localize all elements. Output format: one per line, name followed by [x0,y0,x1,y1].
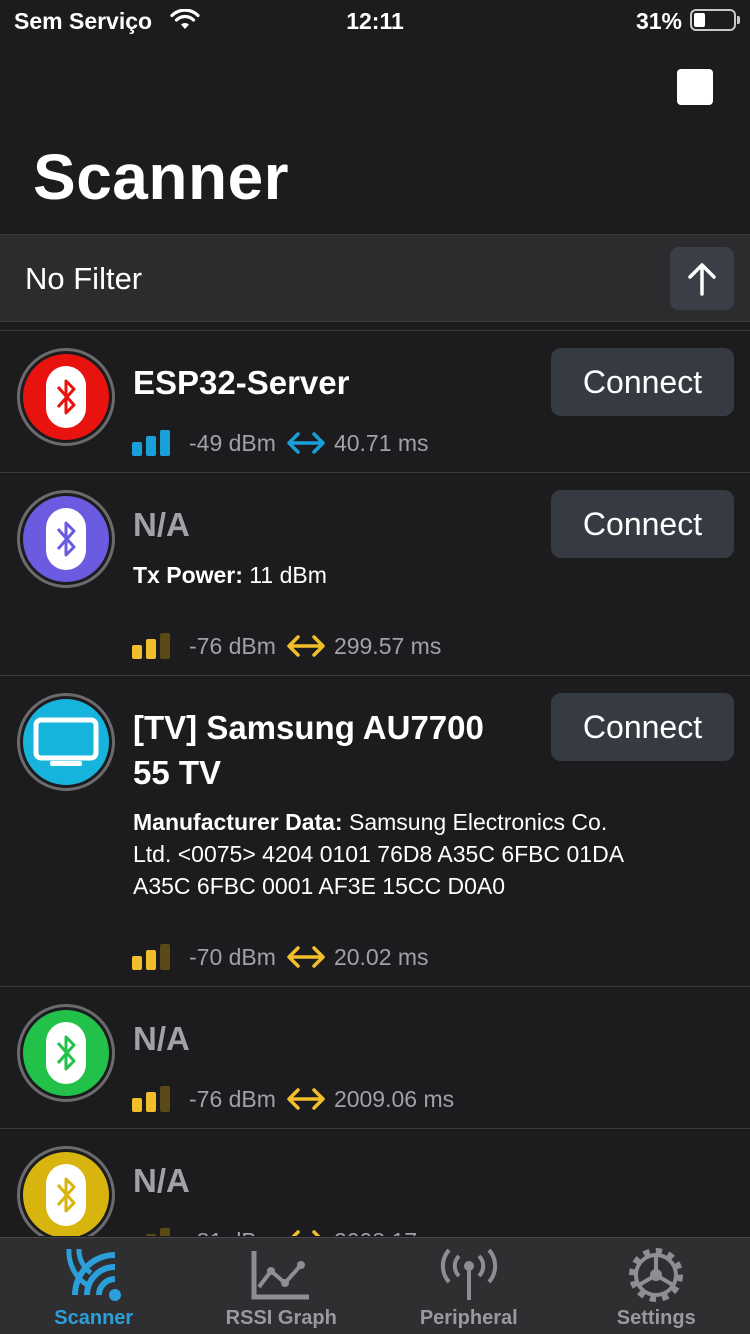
device-row[interactable]: [TV] Samsung AU7700 55 TV Connect Manufa… [0,675,750,986]
interval-arrow-icon [287,635,325,657]
manufacturer-data-detail: Manufacturer Data: Samsung Electronics C… [133,806,624,902]
signal-info: -70 dBm 20.02 ms [132,942,429,972]
device-avatar [17,1004,115,1102]
battery-icon [690,9,740,31]
device-avatar [17,693,115,791]
device-avatar [17,348,115,446]
device-name: N/A [133,1162,190,1199]
detail-label: Tx Power: [133,562,243,588]
tab-label: Settings [616,1307,696,1329]
device-name: ESP32-Server [133,364,350,401]
signal-info: -76 dBm 2009.06 ms [132,1084,454,1114]
advertising-interval: 40.71 ms [333,429,429,456]
connect-button[interactable]: Connect [551,693,734,761]
rssi-value: -81 dBm [189,1228,276,1237]
tab-rssi-graph[interactable]: RSSI Graph [188,1238,376,1334]
device-row[interactable]: N/A -76 dBm 2009.06 ms [0,986,750,1128]
rssi-value: -70 dBm [189,943,276,970]
detail-value: Samsung Electronics Co. [342,809,608,835]
tab-peripheral[interactable]: Peripheral [375,1238,563,1334]
device-name: [TV] Samsung AU7700 55 TV [133,705,484,795]
signal-bars-icon [132,1226,174,1236]
line-graph-icon [249,1245,313,1305]
device-name-line: 55 TV [133,754,222,791]
signal-bars-icon [132,1084,174,1114]
filter-bar[interactable]: No Filter [0,234,750,322]
signal-bars-icon [132,428,174,458]
device-row[interactable]: N/A -81 dBm 2008.17 ms [0,1128,750,1236]
detail-value: A35C 6FBC 0001 AF3E 15CC D0A0 [133,873,506,899]
rssi-value: -49 dBm [189,429,276,456]
device-name: N/A [133,1020,190,1057]
device-avatar [17,1146,115,1236]
advertising-interval: 299.57 ms [333,632,442,659]
interval-arrow-icon [291,1230,321,1236]
gear-icon [625,1245,687,1305]
detail-label: Manufacturer Data: [133,809,343,835]
advertising-interval: 2008.17 ms [334,1228,454,1237]
scanner-waves-icon [61,1245,127,1305]
tv-icon [23,699,109,785]
sort-button[interactable] [670,247,734,310]
tab-scanner[interactable]: Scanner [0,1238,188,1334]
connect-button[interactable]: Connect [551,490,734,558]
signal-bars-icon [132,942,174,972]
antenna-icon [437,1245,501,1305]
bluetooth-icon [23,1152,109,1236]
stop-scan-button[interactable] [677,69,713,105]
interval-arrow-icon [287,946,325,968]
device-name: N/A [133,506,190,543]
rssi-value: -76 dBm [189,1085,276,1112]
interval-arrow-icon [287,432,325,454]
device-name-line: [TV] Samsung AU7700 [133,709,484,746]
tab-label: RSSI Graph [225,1307,337,1329]
signal-info: -81 dBm 2008.17 ms [132,1226,454,1236]
arrow-up-icon [688,262,716,296]
connect-button[interactable]: Connect [551,348,734,416]
battery-percent: 31% [635,8,682,34]
advertising-interval: 2009.06 ms [333,1085,455,1112]
bluetooth-icon [23,1010,109,1096]
signal-info: -76 dBm 299.57 ms [132,631,441,661]
device-row[interactable]: ESP32-Server Connect -49 dBm 40.71 ms [0,330,750,472]
tab-label: Scanner [54,1307,134,1329]
advertising-interval: 20.02 ms [333,943,429,970]
bluetooth-icon [23,496,109,582]
detail-value: Ltd. <0075> 4204 0101 76D8 A35C 6FBC 01D… [133,841,625,867]
device-avatar [17,490,115,588]
tab-bar: Scanner RSSI Graph Peripheral Settings [0,1237,750,1334]
signal-info: -49 dBm 40.71 ms [132,428,429,458]
detail-value: 11 dBm [242,562,327,588]
tab-label: Peripheral [419,1307,518,1329]
page-title: Scanner [33,141,290,213]
interval-arrow-icon [287,1088,325,1110]
filter-label[interactable]: No Filter [25,261,142,297]
device-row[interactable]: N/A Connect Tx Power: 11 dBm -76 dBm 299… [0,472,750,675]
bluetooth-icon [23,354,109,440]
rssi-value: -76 dBm [189,632,276,659]
status-bar: Sem Serviço 12:11 31% [0,0,750,44]
tab-settings[interactable]: Settings [563,1238,750,1334]
signal-bars-icon [132,631,174,661]
tx-power-detail: Tx Power: 11 dBm [133,559,327,591]
device-list[interactable]: ESP32-Server Connect -49 dBm 40.71 ms N/… [0,330,750,1236]
